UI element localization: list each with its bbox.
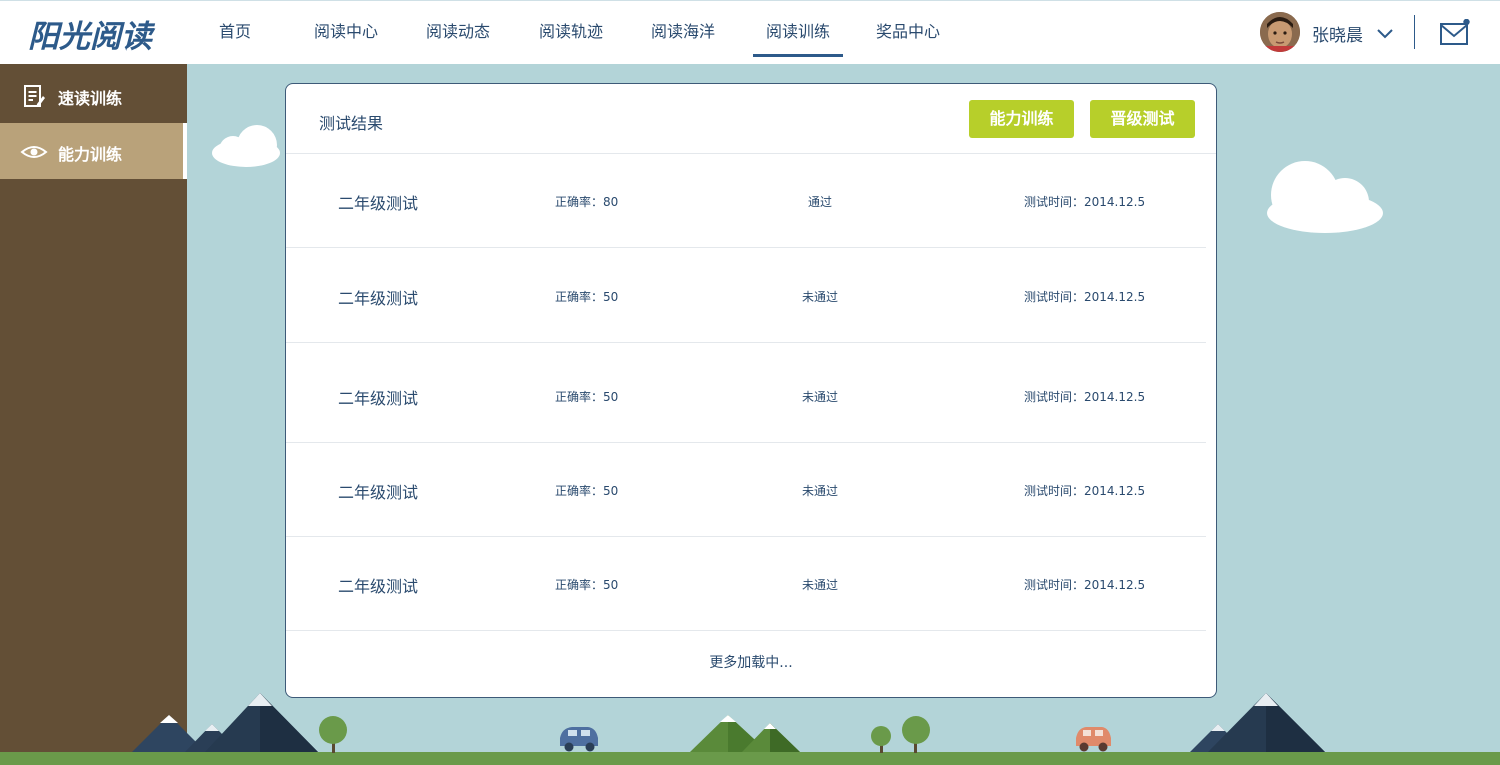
- sidebar-item-label: 能力训练: [58, 145, 123, 164]
- mail-icon[interactable]: [1440, 19, 1470, 47]
- sidebar-item-label: 速读训练: [58, 89, 123, 108]
- user-name[interactable]: 张晓晨: [1312, 21, 1363, 46]
- panel-title: 测试结果: [319, 114, 384, 133]
- test-time: 测试时间：2014.12.5: [1024, 195, 1146, 209]
- sidebar-item-speed-reading[interactable]: 速读训练: [0, 67, 187, 123]
- test-name: 二年级测试: [338, 577, 419, 596]
- test-results-panel: 测试结果 能力训练 晋级测试 二年级测试 正确率：80 通过 测试时间：2014…: [285, 83, 1217, 698]
- table-row[interactable]: 二年级测试 正确率：80 通过 测试时间：2014.12.5: [286, 154, 1206, 248]
- table-row[interactable]: 二年级测试 正确率：50 未通过 测试时间：2014.12.5: [286, 248, 1206, 343]
- nav-item-reading-track[interactable]: 阅读轨迹: [535, 1, 607, 57]
- test-time: 测试时间：2014.12.5: [1024, 578, 1146, 592]
- test-status: 未通过: [801, 484, 838, 498]
- eye-icon: [20, 146, 48, 158]
- top-nav-bar: 阳光阅读 首页 阅读中心 阅读动态 阅读轨迹 阅读海洋 阅读训练 奖品中心 张晓…: [0, 0, 1500, 64]
- ability-training-button[interactable]: 能力训练: [969, 100, 1074, 138]
- test-status: 未通过: [801, 390, 838, 404]
- car-icon: [560, 727, 598, 752]
- tree-icon: [319, 716, 347, 753]
- car-icon: [1076, 727, 1111, 752]
- chevron-down-icon[interactable]: [1376, 26, 1394, 40]
- test-status: 未通过: [801, 578, 838, 592]
- test-name: 二年级测试: [338, 389, 419, 408]
- load-more-link[interactable]: 更多加载中...: [286, 652, 1216, 672]
- sidebar-item-ability-training[interactable]: 能力训练: [0, 123, 187, 179]
- promotion-test-button[interactable]: 晋级测试: [1090, 100, 1195, 138]
- panel-header: 测试结果 能力训练 晋级测试: [286, 84, 1216, 154]
- cloud-icon: [212, 125, 280, 167]
- ground: [0, 752, 1500, 765]
- test-score: 正确率：80: [555, 195, 619, 209]
- nav-item-reading-ocean[interactable]: 阅读海洋: [647, 1, 719, 57]
- table-row[interactable]: 二年级测试 正确率：50 未通过 测试时间：2014.12.5: [286, 443, 1206, 537]
- test-score: 正确率：50: [555, 484, 619, 498]
- sidebar: 速读训练 能力训练: [0, 64, 187, 765]
- test-name: 二年级测试: [338, 194, 419, 213]
- avatar[interactable]: [1260, 12, 1300, 52]
- document-edit-icon: [24, 85, 45, 107]
- test-score: 正确率：50: [555, 578, 619, 592]
- test-name: 二年级测试: [338, 483, 419, 502]
- test-name: 二年级测试: [338, 289, 419, 308]
- table-row[interactable]: 二年级测试 正确率：50 未通过 测试时间：2014.12.5: [286, 343, 1206, 443]
- mountain-icon: [690, 715, 800, 752]
- nav-item-reading-training[interactable]: 阅读训练: [753, 1, 843, 57]
- test-status: 未通过: [801, 290, 838, 304]
- app-logo[interactable]: 阳光阅读: [28, 11, 152, 56]
- test-status: 通过: [807, 195, 832, 209]
- table-row[interactable]: 二年级测试 正确率：50 未通过 测试时间：2014.12.5: [286, 537, 1206, 631]
- nav-item-prize-center[interactable]: 奖品中心: [872, 1, 944, 57]
- test-score: 正确率：50: [555, 390, 619, 404]
- test-time: 测试时间：2014.12.5: [1024, 390, 1146, 404]
- nav-item-reading-center[interactable]: 阅读中心: [310, 1, 382, 57]
- test-time: 测试时间：2014.12.5: [1024, 484, 1146, 498]
- tree-icon: [871, 716, 930, 753]
- nav-item-reading-feed[interactable]: 阅读动态: [422, 1, 494, 57]
- mountain-icon: [1190, 693, 1325, 752]
- header-divider: [1414, 15, 1415, 49]
- nav-item-home[interactable]: 首页: [212, 1, 258, 57]
- cloud-icon: [1267, 161, 1383, 233]
- test-score: 正确率：50: [555, 290, 619, 304]
- test-time: 测试时间：2014.12.5: [1024, 290, 1146, 304]
